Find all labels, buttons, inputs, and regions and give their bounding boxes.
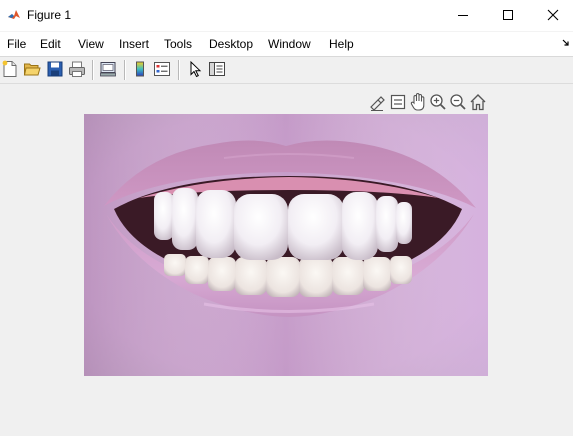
link-plot-button[interactable] xyxy=(99,60,117,78)
zoom-in-button[interactable] xyxy=(429,92,447,112)
matlab-logo-icon xyxy=(7,8,21,22)
insert-colorbar-icon xyxy=(136,61,144,77)
figure-image[interactable] xyxy=(84,114,488,376)
pointer-button[interactable] xyxy=(186,60,204,78)
minimize-button[interactable] xyxy=(440,0,486,30)
save-icon xyxy=(47,61,63,77)
menu-insert[interactable]: Insert xyxy=(119,36,149,52)
print-icon xyxy=(69,61,85,77)
figure-toolbar xyxy=(0,57,573,84)
toolbar-separator xyxy=(124,60,125,80)
close-button[interactable] xyxy=(530,0,573,30)
zoom-in-icon xyxy=(430,94,446,110)
menu-tools[interactable]: Tools xyxy=(164,36,192,52)
menu-bar: File Edit View Insert Tools Desktop Wind… xyxy=(0,32,573,57)
menu-file[interactable]: File xyxy=(7,36,26,52)
property-inspector-button[interactable] xyxy=(208,60,226,78)
data-tips-button[interactable] xyxy=(389,92,407,112)
dock-arrow-icon[interactable] xyxy=(562,39,570,47)
menu-view[interactable]: View xyxy=(78,36,104,52)
brush-icon xyxy=(370,96,385,111)
restore-view-button[interactable] xyxy=(469,92,487,112)
property-inspector-icon xyxy=(209,62,225,76)
insert-legend-icon xyxy=(154,62,170,76)
zoom-out-icon xyxy=(450,94,466,110)
mouth-teeth-image xyxy=(84,114,488,376)
toolbar-separator xyxy=(92,60,93,80)
maximize-icon xyxy=(503,10,513,20)
link-plot-icon xyxy=(100,62,116,77)
toolbar-separator xyxy=(178,60,179,80)
new-figure-icon xyxy=(2,60,17,77)
open-file-icon xyxy=(23,63,41,76)
pointer-icon xyxy=(190,60,202,78)
menu-window[interactable]: Window xyxy=(268,36,311,52)
brush-button[interactable] xyxy=(368,92,386,112)
open-file-button[interactable] xyxy=(23,60,41,78)
pan-hand-icon xyxy=(410,92,425,111)
new-figure-button[interactable] xyxy=(1,60,19,78)
data-tips-icon xyxy=(390,94,406,110)
close-icon xyxy=(547,9,559,21)
zoom-out-button[interactable] xyxy=(449,92,467,112)
window-title: Figure 1 xyxy=(27,8,72,22)
menu-desktop[interactable]: Desktop xyxy=(209,36,253,52)
save-button[interactable] xyxy=(46,60,64,78)
print-button[interactable] xyxy=(68,60,86,78)
menu-help[interactable]: Help xyxy=(329,36,354,52)
maximize-button[interactable] xyxy=(485,0,531,30)
home-icon xyxy=(470,94,486,111)
insert-colorbar-button[interactable] xyxy=(131,60,149,78)
menu-edit[interactable]: Edit xyxy=(40,36,61,52)
axes-toolbar xyxy=(368,92,490,112)
title-bar: Figure 1 xyxy=(0,0,573,32)
insert-legend-button[interactable] xyxy=(153,60,171,78)
pan-button[interactable] xyxy=(409,92,427,112)
minimize-icon xyxy=(458,15,468,16)
